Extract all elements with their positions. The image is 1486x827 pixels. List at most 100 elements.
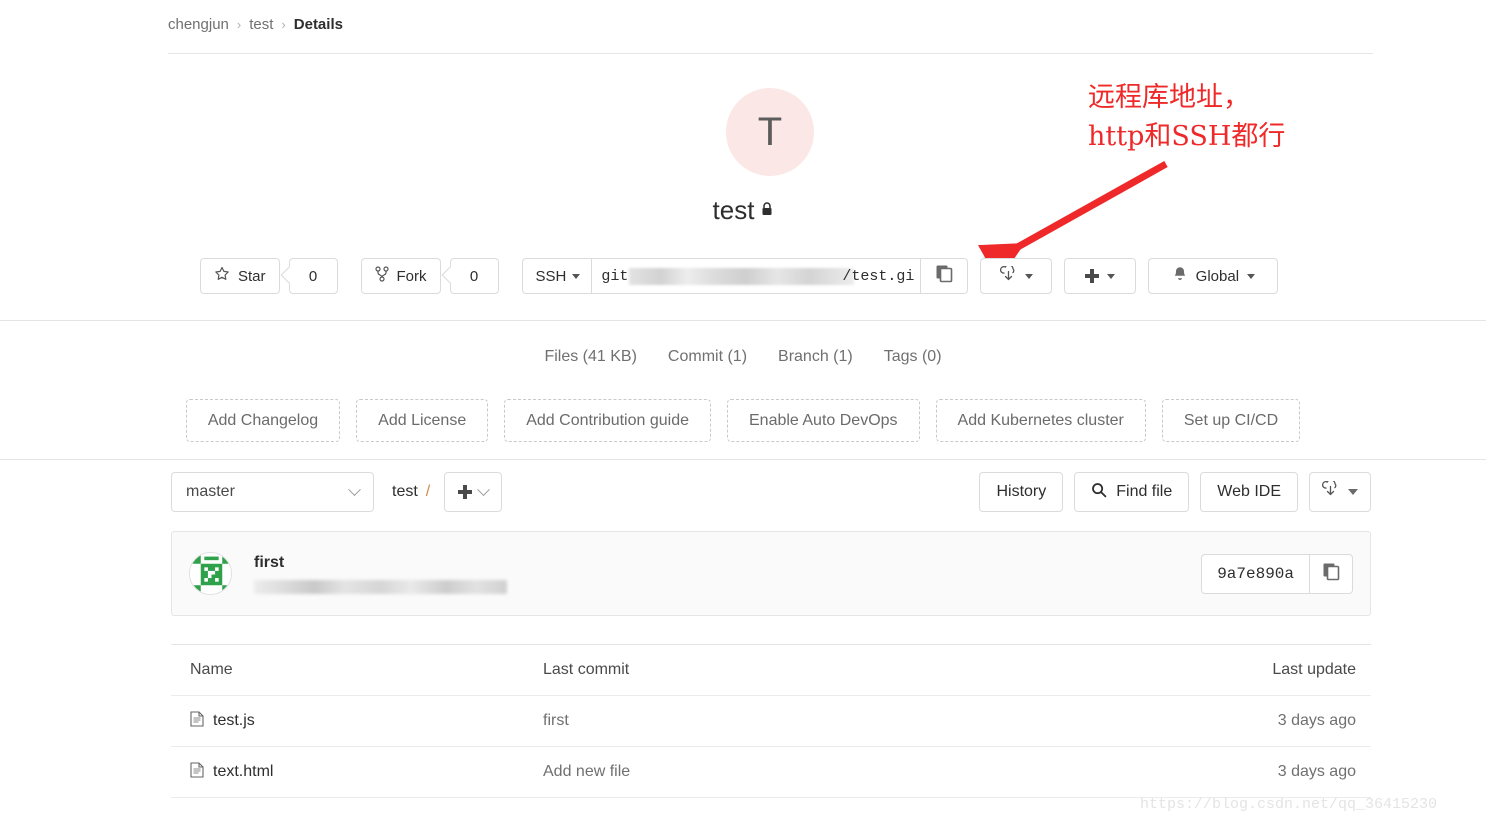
project-avatar: T <box>726 88 814 176</box>
identicon-avatar <box>189 552 232 595</box>
plus-icon <box>1085 269 1100 283</box>
path-separator: / <box>425 483 431 500</box>
quick-actions-divider <box>0 459 1486 460</box>
chevron-down-icon <box>477 482 491 496</box>
annotation-line-1: 远程库地址， <box>1088 82 1250 113</box>
fork-button[interactable]: Fork <box>360 258 441 294</box>
download-cloud-icon <box>999 263 1017 287</box>
clone-url-redacted <box>629 267 855 285</box>
clone-url-prefix: git <box>601 267 629 285</box>
stat-tags[interactable]: Tags (0) <box>884 348 942 366</box>
stat-branch[interactable]: Branch (1) <box>778 348 853 366</box>
clone-protocol-dropdown[interactable]: SSH <box>521 258 592 294</box>
download-source-dropdown[interactable] <box>980 258 1053 294</box>
breadcrumb-separator-icon: › <box>281 17 286 32</box>
add-to-repo-dropdown[interactable] <box>444 472 503 512</box>
table-row[interactable]: text.html Add new file 3 days ago <box>171 747 1371 798</box>
column-header-last-update: Last update <box>1272 661 1356 678</box>
path-breadcrumb: test / <box>392 483 430 501</box>
clone-protocol-label: SSH <box>535 267 567 285</box>
breadcrumb: chengjun › test › Details <box>168 16 343 33</box>
find-file-label: Find file <box>1116 483 1173 500</box>
repository-details-page: chengjun › test › Details T test 远程库地址， … <box>0 0 1486 827</box>
stat-files[interactable]: Files (41 KB) <box>544 348 636 366</box>
star-button-label: Star <box>238 267 266 285</box>
notification-dropdown[interactable]: Global <box>1148 258 1279 294</box>
find-file-button[interactable]: Find file <box>1074 472 1190 512</box>
project-action-bar: Star 0 Fork 0 SSH git /test.gi Global <box>200 258 1279 294</box>
copy-icon <box>1322 562 1341 586</box>
page-title: test <box>0 192 1486 226</box>
breadcrumb-item-current: Details <box>293 16 343 33</box>
file-name-link[interactable]: text.html <box>213 763 273 781</box>
clone-url-input[interactable]: git /test.gi <box>591 258 922 294</box>
file-icon <box>190 761 204 783</box>
last-commit-info: first <box>254 554 507 594</box>
plus-icon <box>458 485 473 499</box>
download-cloud-icon <box>1321 479 1339 503</box>
fork-count-wrap: 0 <box>441 258 499 294</box>
star-icon <box>214 266 230 286</box>
copy-commit-hash-button[interactable] <box>1309 553 1353 594</box>
last-commit-author-redacted <box>254 579 507 594</box>
file-name-link[interactable]: test.js <box>213 712 255 730</box>
file-icon <box>190 710 204 732</box>
path-root[interactable]: test <box>392 483 418 501</box>
annotation-text: 远程库地址， http和SSH都行 <box>1088 78 1285 156</box>
bell-icon <box>1172 266 1188 287</box>
copy-icon <box>935 264 954 288</box>
chevron-down-icon <box>348 482 361 496</box>
chevron-down-icon <box>1247 273 1256 279</box>
stat-commit[interactable]: Commit (1) <box>668 348 747 366</box>
fork-icon <box>374 266 389 286</box>
branch-selector[interactable]: master <box>171 472 374 512</box>
enable-auto-devops-button[interactable]: Enable Auto DevOps <box>727 399 920 442</box>
column-header-name: Name <box>190 661 233 678</box>
file-list-table: Name Last commit Last update test.js fir… <box>171 644 1371 798</box>
download-repo-dropdown[interactable] <box>1309 472 1371 512</box>
chevron-down-icon <box>1348 489 1358 495</box>
web-ide-button[interactable]: Web IDE <box>1200 472 1298 512</box>
star-count-wrap: 0 <box>280 258 338 294</box>
add-changelog-button[interactable]: Add Changelog <box>185 399 341 442</box>
copy-clone-url-button[interactable] <box>921 258 969 294</box>
quick-actions-row: Add Changelog Add License Add Contributi… <box>0 399 1486 442</box>
repository-toolbar: master test / History Find file Web IDE <box>171 472 1371 512</box>
history-button[interactable]: History <box>979 472 1064 512</box>
repository-toolbar-right: History Find file Web IDE <box>979 472 1371 512</box>
breadcrumb-separator-icon: › <box>236 17 242 32</box>
file-last-commit[interactable]: Add new file <box>543 763 1171 781</box>
branch-selector-label: master <box>186 483 235 500</box>
chevron-down-icon <box>572 273 581 279</box>
project-name: test <box>712 195 755 225</box>
breadcrumb-divider <box>168 53 1373 54</box>
chevron-down-icon <box>1107 273 1116 279</box>
lock-icon <box>761 192 773 223</box>
project-stats-nav: Files (41 KB) Commit (1) Branch (1) Tags… <box>0 348 1486 366</box>
table-header-row: Name Last commit Last update <box>171 645 1371 696</box>
clone-url-suffix: /test.gi <box>842 267 915 285</box>
header-divider <box>0 320 1486 321</box>
file-last-commit[interactable]: first <box>543 712 1171 730</box>
commit-hash[interactable]: 9a7e890a <box>1201 553 1309 594</box>
last-commit-panel: first 9a7e890a <box>171 531 1371 616</box>
breadcrumb-item-project[interactable]: test <box>249 16 273 33</box>
chevron-down-icon <box>1024 273 1033 279</box>
add-kubernetes-cluster-button[interactable]: Add Kubernetes cluster <box>935 399 1146 442</box>
add-contribution-guide-button[interactable]: Add Contribution guide <box>504 399 711 442</box>
add-new-dropdown[interactable] <box>1064 258 1137 294</box>
clone-url-group: SSH git /test.gi <box>521 258 969 294</box>
fork-button-label: Fork <box>396 267 427 285</box>
column-header-last-commit: Last commit <box>543 661 630 678</box>
file-name-cell: test.js <box>171 710 543 732</box>
star-button[interactable]: Star <box>200 258 280 294</box>
project-avatar-initial: T <box>757 110 783 154</box>
search-icon <box>1091 482 1107 503</box>
watermark: https://blog.csdn.net/qq_36415230 <box>1140 796 1438 813</box>
table-row[interactable]: test.js first 3 days ago <box>171 696 1371 747</box>
set-up-cicd-button[interactable]: Set up CI/CD <box>1161 399 1301 442</box>
last-commit-message[interactable]: first <box>254 554 507 572</box>
breadcrumb-item-namespace[interactable]: chengjun <box>168 16 229 33</box>
commit-hash-group: 9a7e890a <box>1201 553 1353 594</box>
add-license-button[interactable]: Add License <box>356 399 489 442</box>
